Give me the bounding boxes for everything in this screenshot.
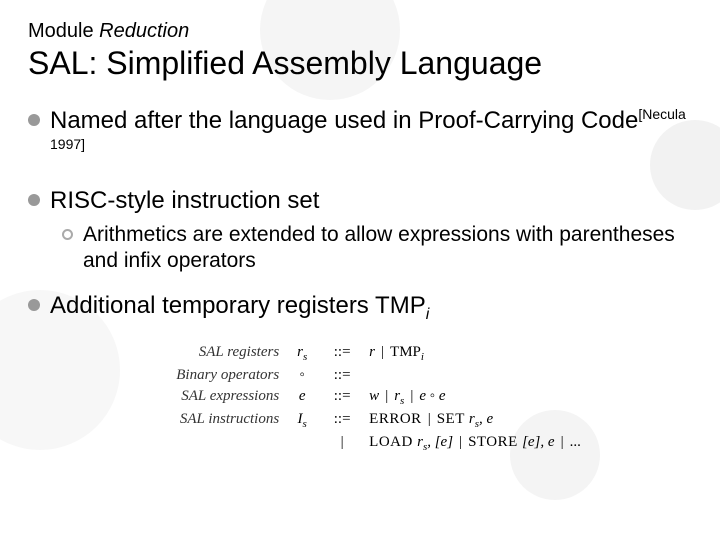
module-name: Reduction bbox=[99, 20, 189, 42]
grammar-op: ::= bbox=[325, 411, 359, 430]
rhs-part: , e bbox=[479, 411, 493, 427]
module-prefix: Module bbox=[28, 20, 99, 42]
pipe-icon: | bbox=[379, 388, 394, 404]
bullet-item: Additional temporary registers TMPi bbox=[28, 291, 692, 325]
sym-sub: s bbox=[303, 418, 307, 430]
rhs-part: [e], e bbox=[522, 434, 555, 450]
sym-sub: s bbox=[303, 351, 307, 363]
rhs-part: ERROR bbox=[369, 411, 422, 427]
rhs-part: SET bbox=[437, 411, 469, 427]
bullet-dot-icon bbox=[28, 299, 40, 311]
bullet-item: RISC-style instruction set bbox=[28, 186, 692, 216]
bullet-item: Named after the language used in Proof-C… bbox=[28, 106, 692, 166]
grammar-symbol: Is bbox=[289, 411, 315, 430]
pipe-icon: | bbox=[422, 411, 437, 427]
bullet-text: RISC-style instruction set bbox=[50, 186, 319, 216]
grammar-rhs: r|TMPi bbox=[369, 344, 581, 363]
rhs-part: w bbox=[369, 388, 379, 404]
slide-title: SAL: Simplified Assembly Language bbox=[28, 45, 692, 82]
pipe-icon: | bbox=[375, 344, 390, 360]
pipe-icon: | bbox=[404, 388, 419, 404]
sub-bullet-ring-icon bbox=[62, 229, 73, 240]
grammar-label: SAL expressions bbox=[139, 388, 279, 407]
grammar-label: Binary operators bbox=[139, 367, 279, 384]
grammar-symbol bbox=[289, 434, 315, 453]
grammar-label bbox=[139, 434, 279, 453]
grammar-rhs: w|rs|e ◦ e bbox=[369, 388, 581, 407]
bullet-body: Named after the language used in Proof-C… bbox=[50, 107, 638, 134]
rhs-sub: i bbox=[421, 351, 424, 363]
grammar-symbol: e bbox=[289, 388, 315, 407]
sub-bullet-item: Arithmetics are extended to allow expres… bbox=[62, 222, 692, 275]
grammar-label: SAL registers bbox=[139, 344, 279, 363]
bullet-body: Additional temporary registers TMP bbox=[50, 292, 426, 319]
grammar-op: | bbox=[325, 434, 359, 453]
module-line: Module Reduction bbox=[28, 20, 692, 43]
bullet-text: Additional temporary registers TMPi bbox=[50, 291, 429, 325]
grammar-op: ::= bbox=[325, 367, 359, 384]
grammar-label: SAL instructions bbox=[139, 411, 279, 430]
rhs-part: , [e] bbox=[427, 434, 453, 450]
rhs-part: TMP bbox=[390, 344, 421, 360]
bullet-text: Named after the language used in Proof-C… bbox=[50, 106, 692, 166]
rhs-part: e ◦ e bbox=[419, 388, 445, 404]
grammar-op: ::= bbox=[325, 344, 359, 363]
rhs-part: LOAD bbox=[369, 434, 417, 450]
grammar-op: ::= bbox=[325, 388, 359, 407]
rhs-part: ... bbox=[570, 434, 581, 450]
bullet-dot-icon bbox=[28, 194, 40, 206]
pipe-icon: | bbox=[555, 434, 570, 450]
grammar-rhs bbox=[369, 367, 581, 384]
rhs-part: STORE bbox=[468, 434, 522, 450]
bullet-dot-icon bbox=[28, 114, 40, 126]
grammar-rhs: ERROR|SET rs, e bbox=[369, 411, 581, 430]
subscript: i bbox=[426, 305, 430, 322]
grammar-symbol: rs bbox=[289, 344, 315, 363]
grammar-symbol: ◦ bbox=[289, 367, 315, 384]
grammar-rhs: LOAD rs, [e]|STORE [e], e|... bbox=[369, 434, 581, 453]
sub-bullet-text: Arithmetics are extended to allow expres… bbox=[83, 222, 692, 275]
grammar-table: SAL registers rs ::= r|TMPi Binary opera… bbox=[28, 344, 692, 453]
pipe-icon: | bbox=[453, 434, 468, 450]
